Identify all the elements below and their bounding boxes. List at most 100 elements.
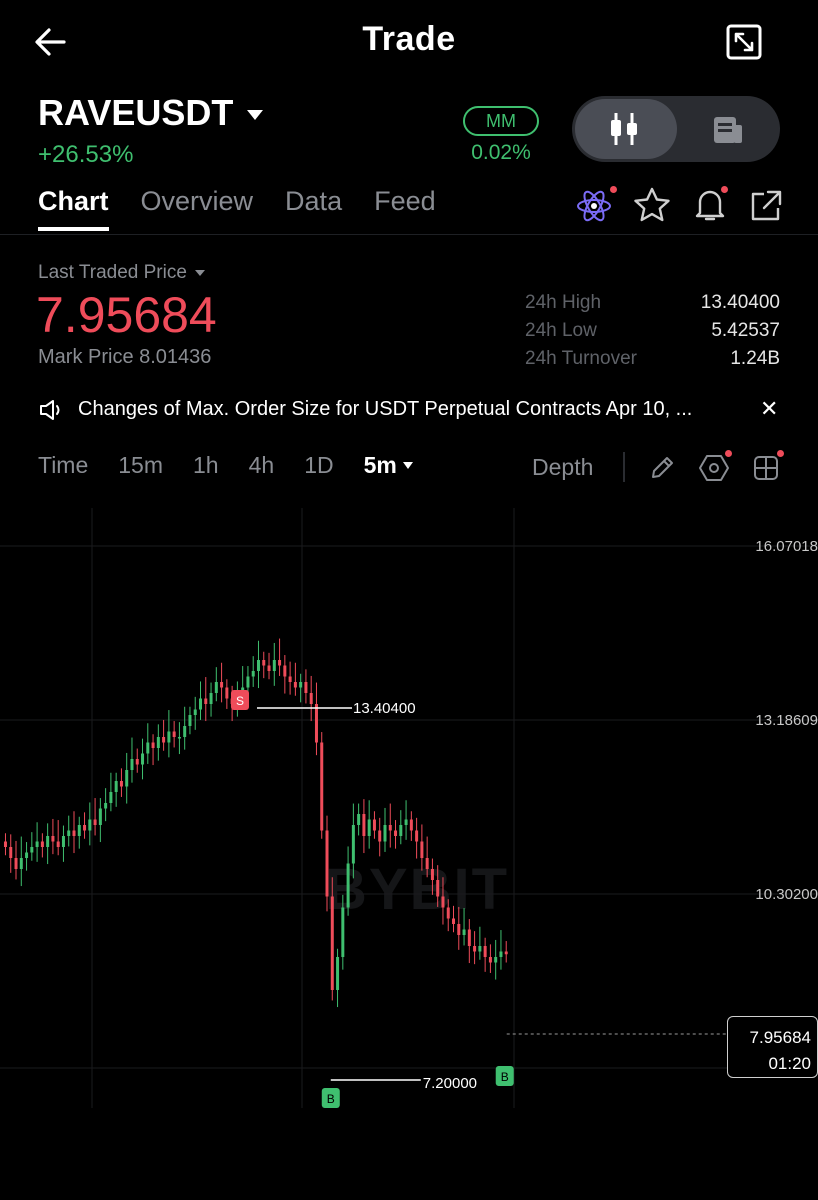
candle bbox=[367, 819, 371, 836]
candle bbox=[467, 929, 471, 946]
candle bbox=[162, 737, 166, 743]
candle bbox=[30, 847, 34, 853]
mark-price: Mark Price 8.01436 bbox=[38, 346, 212, 368]
hexagon-settings-icon[interactable] bbox=[698, 452, 730, 484]
candle bbox=[399, 825, 403, 836]
candle bbox=[146, 742, 150, 754]
announcement-text[interactable]: Changes of Max. Order Size for USDT Perp… bbox=[78, 398, 738, 421]
candle bbox=[9, 847, 13, 858]
tab-feed[interactable]: Feed bbox=[374, 186, 436, 231]
candle bbox=[404, 819, 408, 825]
candle bbox=[494, 957, 498, 963]
chevron-down-icon bbox=[402, 462, 413, 469]
ltp-label: Last Traded Price bbox=[38, 262, 187, 283]
star-icon[interactable] bbox=[632, 186, 672, 224]
candle bbox=[204, 698, 208, 704]
candle bbox=[436, 880, 440, 897]
atom-icon[interactable] bbox=[574, 186, 614, 226]
candle bbox=[151, 742, 155, 748]
candle bbox=[478, 946, 482, 952]
candle bbox=[3, 841, 7, 847]
pencil-icon[interactable] bbox=[648, 454, 676, 482]
buy-marker-label: B bbox=[327, 1092, 335, 1106]
tab-overview[interactable]: Overview bbox=[141, 186, 254, 231]
candle bbox=[109, 792, 113, 803]
candle bbox=[183, 726, 187, 737]
sell-marker-label: S bbox=[236, 694, 244, 708]
candle bbox=[441, 896, 445, 908]
candle bbox=[104, 803, 108, 809]
candle bbox=[283, 665, 287, 677]
candle bbox=[504, 951, 508, 955]
notification-dot bbox=[610, 186, 617, 193]
candle bbox=[388, 825, 392, 831]
timeframe-1h[interactable]: 1h bbox=[193, 452, 219, 479]
candle bbox=[51, 836, 55, 842]
timeframe-5m-label: 5m bbox=[363, 452, 397, 478]
candle bbox=[251, 671, 255, 677]
mm-badge[interactable]: MM bbox=[463, 106, 539, 136]
low-price-label: 7.20000 bbox=[423, 1075, 477, 1092]
candle bbox=[430, 869, 434, 880]
stat-label-low: 24h Low bbox=[525, 320, 597, 341]
candle bbox=[188, 715, 192, 726]
candle bbox=[256, 660, 260, 671]
candle bbox=[446, 907, 450, 919]
timeframe-4h[interactable]: 4h bbox=[249, 452, 275, 479]
tab-data[interactable]: Data bbox=[285, 186, 342, 231]
timeframe-time[interactable]: Time bbox=[38, 452, 88, 479]
grid-icon[interactable] bbox=[752, 454, 780, 482]
stat-value-low: 5.42537 bbox=[711, 320, 780, 341]
candle bbox=[336, 957, 340, 990]
symbol-name: RAVEUSDT bbox=[38, 92, 234, 133]
candle bbox=[93, 819, 97, 825]
candle bbox=[199, 698, 203, 710]
candle bbox=[325, 830, 329, 897]
tab-chart[interactable]: Chart bbox=[38, 186, 109, 231]
candle bbox=[46, 836, 50, 847]
candle bbox=[135, 759, 139, 765]
y-tick-label: 13.18609 bbox=[755, 712, 818, 729]
notification-dot bbox=[721, 186, 728, 193]
symbol-selector[interactable]: RAVEUSDT bbox=[38, 92, 264, 134]
divider bbox=[0, 234, 818, 235]
candle bbox=[341, 907, 345, 957]
timeframe-5m-selected[interactable]: 5m bbox=[364, 452, 413, 479]
candlestick-chart[interactable]: S 13.40400 7.20000 B B bbox=[0, 508, 818, 1108]
candle bbox=[320, 742, 324, 831]
candle bbox=[473, 946, 477, 952]
divider bbox=[623, 452, 625, 482]
timeframe-15m[interactable]: 15m bbox=[118, 452, 163, 479]
candle bbox=[88, 819, 92, 831]
candle bbox=[83, 825, 87, 831]
candle bbox=[98, 808, 102, 825]
candle bbox=[420, 841, 424, 858]
candle bbox=[56, 841, 60, 847]
candle bbox=[246, 676, 250, 688]
mm-value: 0.02% bbox=[471, 141, 531, 164]
expand-icon[interactable] bbox=[724, 22, 764, 62]
share-icon[interactable] bbox=[748, 188, 784, 224]
candle bbox=[267, 665, 271, 671]
candle bbox=[72, 830, 76, 836]
candle bbox=[130, 759, 134, 770]
candle bbox=[209, 693, 213, 704]
close-icon[interactable]: ✕ bbox=[760, 396, 778, 422]
current-price-label: 7.95684 01:20 bbox=[727, 1016, 818, 1078]
candle bbox=[214, 682, 218, 693]
depth-button[interactable]: Depth bbox=[532, 454, 593, 481]
candle bbox=[141, 753, 145, 765]
candle bbox=[383, 825, 387, 842]
candlestick-icon bbox=[611, 113, 637, 145]
candle bbox=[156, 737, 160, 748]
last-traded-price: 7.95684 bbox=[36, 287, 217, 343]
chevron-down-icon bbox=[194, 270, 205, 276]
candle bbox=[25, 852, 29, 858]
candle bbox=[262, 660, 266, 666]
stat-value-turnover: 1.24B bbox=[730, 348, 780, 369]
stat-value-high: 13.40400 bbox=[700, 292, 780, 313]
timeframe-1d[interactable]: 1D bbox=[304, 452, 333, 479]
candle bbox=[452, 918, 456, 924]
candle bbox=[125, 770, 129, 787]
last-traded-price-selector[interactable]: Last Traded Price bbox=[38, 262, 205, 284]
